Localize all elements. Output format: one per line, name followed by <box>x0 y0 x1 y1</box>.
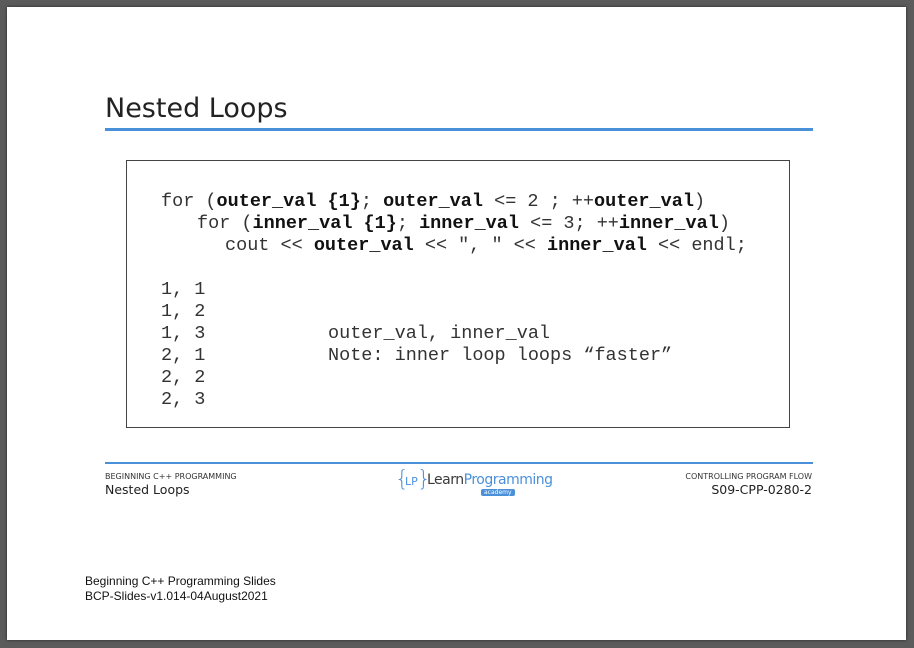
footer-slide-code: S09-CPP-0280-2 <box>711 482 812 497</box>
slide-title: Nested Loops <box>105 93 288 124</box>
logo-academy-tag: academy <box>481 489 515 496</box>
footer-course: BEGINNING C++ PROGRAMMING <box>105 472 237 481</box>
logo-initials: LP <box>405 475 418 488</box>
footer-topic: Nested Loops <box>105 482 190 497</box>
output-line: 1, 2 <box>161 301 206 322</box>
learn-programming-logo: { LP } LearnProgramming academy <box>395 467 553 497</box>
title-divider <box>105 128 813 131</box>
output-line: 2, 3 <box>161 389 206 410</box>
code-line-1: for (outer_val {1}; outer_val <= 2 ; ++o… <box>161 191 706 212</box>
output-note-vars: outer_val, inner_val <box>328 323 551 344</box>
output-note-faster: Note: inner loop loops “faster” <box>328 345 673 366</box>
footer-section: CONTROLLING PROGRAM FLOW <box>685 472 812 481</box>
code-line-2: for (inner_val {1}; inner_val <= 3; ++in… <box>197 213 730 234</box>
logo-wordmark: LearnProgramming <box>427 472 553 488</box>
code-line-3: cout << outer_val << ", " << inner_val <… <box>225 235 747 256</box>
document-title-note: Beginning C++ Programming Slides <box>85 574 276 588</box>
document-version-note: BCP-Slides-v1.014-04August2021 <box>85 589 268 603</box>
output-line: 2, 1 <box>161 345 206 366</box>
slide-page: Nested Loops for (outer_val {1}; outer_v… <box>7 7 906 640</box>
output-line: 1, 3 <box>161 323 206 344</box>
footer-divider <box>105 462 813 464</box>
output-line: 1, 1 <box>161 279 206 300</box>
code-box: for (outer_val {1}; outer_val <= 2 ; ++o… <box>126 160 790 428</box>
output-line: 2, 2 <box>161 367 206 388</box>
